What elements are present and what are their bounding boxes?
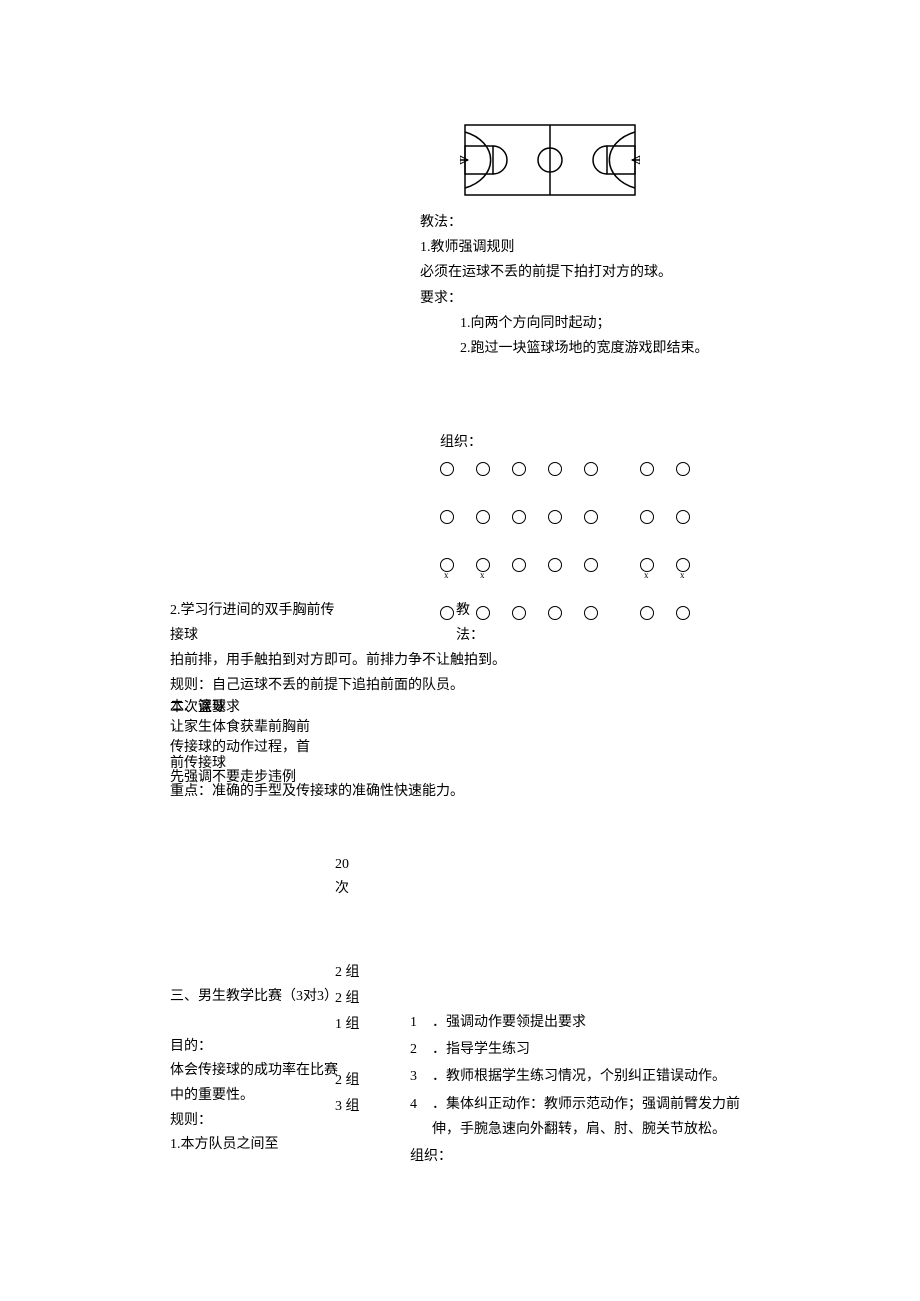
list-item: 2 ．指导学生练习 [410, 1037, 750, 1062]
formation-row [440, 503, 700, 531]
formation-diagram: x x x x [440, 455, 700, 647]
rules-label: 规则： [170, 1108, 340, 1133]
purpose-body: 体会传接球的成功率在比赛中的重要性。 [170, 1058, 340, 1108]
circle-icon [440, 510, 454, 524]
circle-icon [584, 606, 598, 620]
overlap-text: 让家生体食获辈前胸前 [170, 718, 730, 738]
overlap-text: 传接球的动作过程，首 [170, 740, 310, 755]
list-item: 1 ．强调动作要领提出要求 [410, 1010, 750, 1035]
circle-icon [440, 606, 454, 620]
formation-row: x x x x [440, 551, 700, 579]
purpose-label: 目的： [170, 1034, 340, 1059]
circle-icon [548, 606, 562, 620]
circle-icon [676, 510, 690, 524]
overlap-text: 重点：准确的手型及传接球的准确性快速能力。 [170, 782, 730, 802]
circle-icon [548, 462, 562, 476]
teach-law-vertical: 教法： [456, 598, 476, 648]
organization-label-2: 组织： [410, 1144, 750, 1169]
list-item: 3 ．教师根据学生练习情况，个别纠正错误动作。 [410, 1064, 750, 1089]
document-page: 教法： 1.教师强调规则 必须在运球不丢的前提下拍打对方的球。 要求： 1.向两… [0, 0, 920, 1301]
organization-label: 组织： [440, 430, 482, 455]
left-item-2: 2.学习行进间的双手胸前传接球 [170, 598, 340, 648]
basketball-court-diagram [460, 120, 640, 209]
require-1: 1.向两个方向同时起动； [420, 311, 740, 336]
circle-icon [512, 462, 526, 476]
body-line-2: 规则：自己运球不丢的前提下追拍前面的队员。 [170, 673, 730, 698]
section-3-title: 三、男生教学比赛（3对3） [170, 984, 340, 1009]
circle-icon [440, 462, 454, 476]
circle-icon: x [476, 558, 490, 572]
rules-body: 1.本方队员之间至 [170, 1132, 340, 1157]
overlap-text: 二、篮球 [170, 698, 226, 718]
circle-icon: x [640, 558, 654, 572]
circle-icon [512, 558, 526, 572]
formation-row [440, 455, 700, 483]
count-ci: 次 [335, 876, 349, 901]
teaching-method-block: 教法： 1.教师强调规则 必须在运球不丢的前提下拍打对方的球。 要求： 1.向两… [420, 210, 740, 361]
circle-icon: x [676, 558, 690, 572]
formation-row [440, 599, 700, 627]
teach-law-label: 教法： [420, 210, 740, 235]
count-20: 20 [335, 852, 349, 877]
circle-icon [512, 606, 526, 620]
circle-icon [584, 462, 598, 476]
circle-icon [584, 558, 598, 572]
circle-icon [676, 606, 690, 620]
bullet-list: 1 ．强调动作要领提出要求 2 ．指导学生练习 3 ．教师根据学生练习情况，个别… [410, 1010, 750, 1169]
group-count: 2 组 [335, 960, 360, 985]
circle-icon [584, 510, 598, 524]
circle-icon [548, 510, 562, 524]
circle-icon: x [440, 558, 454, 572]
circle-icon [640, 510, 654, 524]
circle-icon [676, 462, 690, 476]
rule-1-body: 必须在运球不丢的前提下拍打对方的球。 [420, 260, 740, 285]
circle-icon [548, 558, 562, 572]
rule-1: 1.教师强调规则 [420, 235, 740, 260]
list-item: 4 ．集体纠正动作：教师示范动作；强调前臂发力前伸，手腕急速向外翻转，肩、肘、腕… [410, 1092, 750, 1142]
circle-icon [476, 606, 490, 620]
circle-icon [476, 462, 490, 476]
require-2: 2.跑过一块篮球场地的宽度游戏即结束。 [420, 336, 740, 361]
require-label: 要求： [420, 286, 740, 311]
body-line-1: 拍前排，用手触拍到对方即可。前排力争不让触拍到。 [170, 648, 730, 673]
circle-icon [476, 510, 490, 524]
circle-icon [640, 462, 654, 476]
circle-icon [512, 510, 526, 524]
circle-icon [640, 606, 654, 620]
